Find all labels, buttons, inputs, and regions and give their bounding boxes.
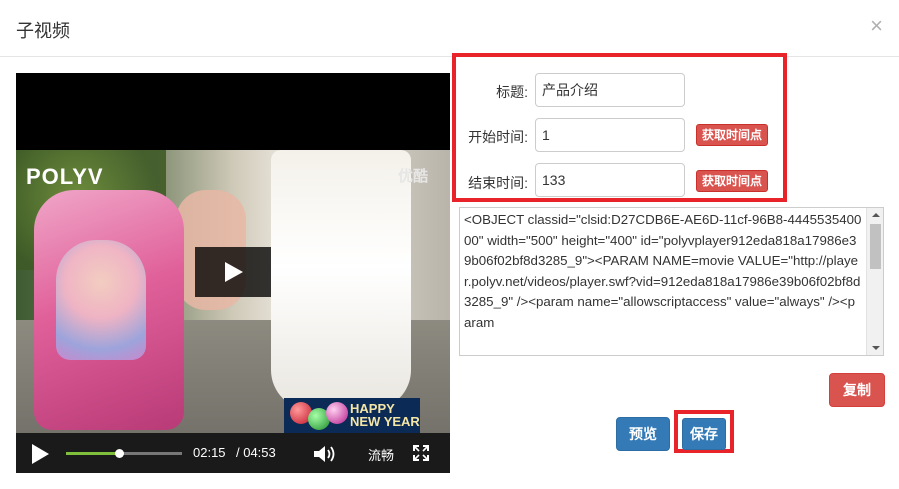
sub-video-modal: 子视频 × POLYV 优酷 HAPPY NEW YEAR 02:15 / 04… xyxy=(0,0,899,489)
start-time-label: 开始时间: xyxy=(468,129,528,145)
total-time: / 04:53 xyxy=(236,445,276,460)
progress-handle[interactable] xyxy=(115,449,125,458)
scroll-up-icon[interactable] xyxy=(872,213,880,217)
preview-button[interactable]: 预览 xyxy=(616,417,670,451)
scene-backpack-print xyxy=(56,240,146,360)
close-icon[interactable]: × xyxy=(870,15,883,37)
embed-code-textarea[interactable]: <OBJECT classid="clsid:D27CDB6E-AE6D-11c… xyxy=(459,207,884,356)
textarea-scrollbar[interactable] xyxy=(866,208,883,355)
current-time: 02:15 xyxy=(193,445,226,460)
title-label: 标题: xyxy=(496,84,528,100)
start-time-input[interactable] xyxy=(535,118,685,152)
fullscreen-icon[interactable] xyxy=(413,445,429,461)
play-icon[interactable] xyxy=(32,444,49,464)
get-start-time-button[interactable]: 获取时间点 xyxy=(696,124,768,146)
play-icon xyxy=(225,262,243,282)
title-input[interactable] xyxy=(535,73,685,107)
end-time-input[interactable] xyxy=(535,163,685,197)
modal-title: 子视频 xyxy=(16,21,70,41)
scene-person-dress xyxy=(271,150,411,410)
save-button[interactable]: 保存 xyxy=(682,418,726,450)
volume-icon[interactable] xyxy=(313,445,339,463)
player-controls: 02:15 / 04:53 流畅 xyxy=(16,433,450,473)
scroll-down-icon[interactable] xyxy=(872,346,880,350)
copy-button[interactable]: 复制 xyxy=(829,373,885,407)
video-player[interactable]: POLYV 优酷 HAPPY NEW YEAR 02:15 / 04:53 流畅 xyxy=(16,73,450,473)
scroll-thumb[interactable] xyxy=(870,224,881,269)
youku-watermark: 优酷 xyxy=(398,168,429,185)
new-year-badge: HAPPY NEW YEAR xyxy=(284,398,420,434)
get-end-time-button[interactable]: 获取时间点 xyxy=(696,170,768,192)
progress-bar[interactable] xyxy=(66,449,182,458)
ornament-icon xyxy=(326,402,348,424)
new-year-text: HAPPY NEW YEAR xyxy=(350,401,420,429)
modal-header: 子视频 × xyxy=(0,0,899,57)
progress-fill xyxy=(66,452,120,455)
big-play-button[interactable] xyxy=(195,247,271,297)
polyv-logo: POLYV xyxy=(26,164,104,189)
embed-code-text: <OBJECT classid="clsid:D27CDB6E-AE6D-11c… xyxy=(464,212,862,330)
end-time-label: 结束时间: xyxy=(468,175,528,191)
quality-selector[interactable]: 流畅 xyxy=(368,445,394,464)
